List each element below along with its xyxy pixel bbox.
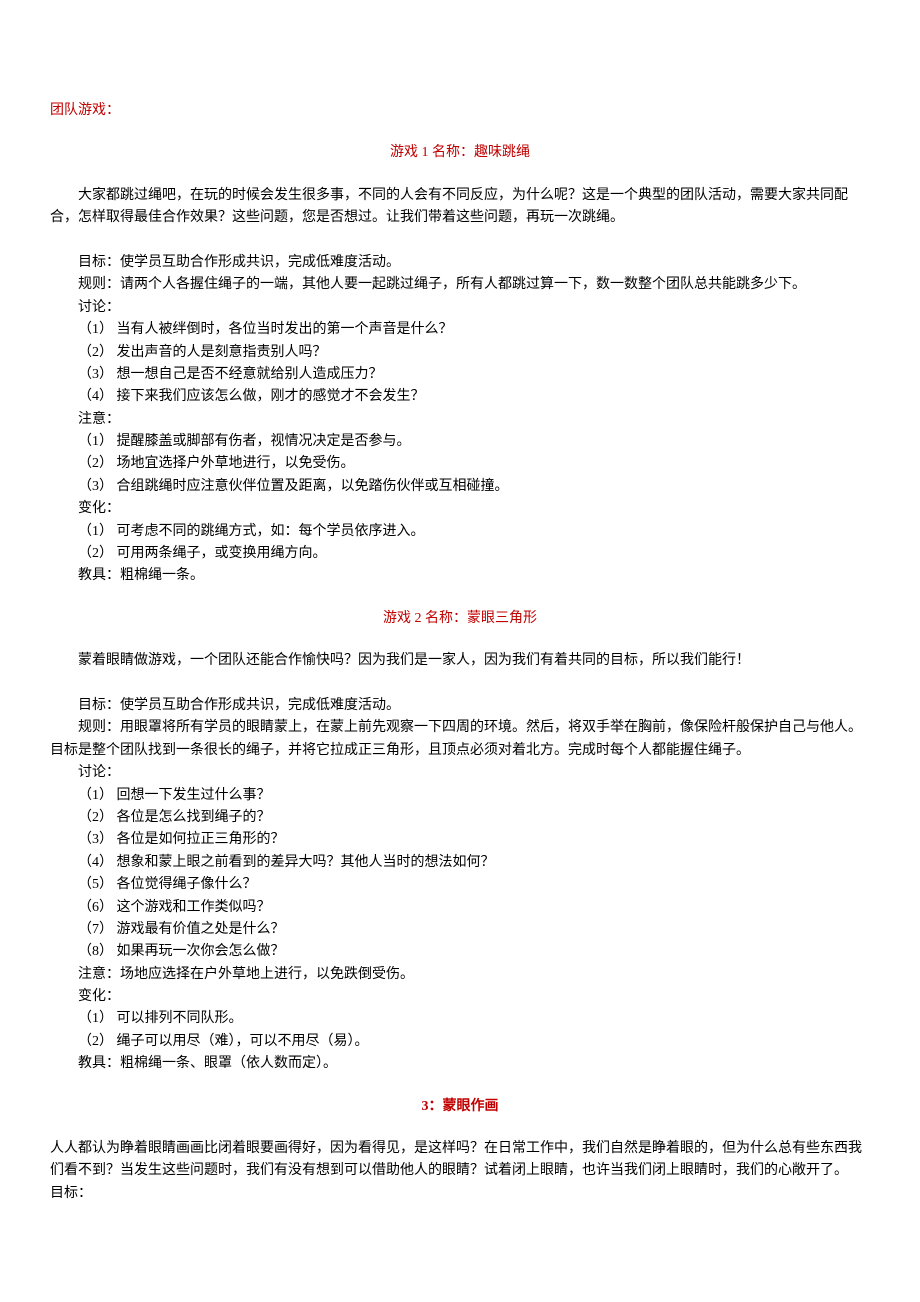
- note-item: （2） 场地宜选择户外草地进行，以免受伤。: [50, 453, 870, 475]
- note-label: 注意：: [50, 409, 870, 431]
- change-label: 变化：: [50, 498, 870, 520]
- discuss-item: （8） 如果再玩一次你会怎么做？: [50, 941, 870, 963]
- game1-title: 游戏 1 名称：趣味跳绳: [50, 142, 870, 164]
- discuss-label: 讨论：: [50, 297, 870, 319]
- note-item: （3） 合组跳绳时应注意伙伴位置及距离，以免踏伤伙伴或互相碰撞。: [50, 476, 870, 498]
- note-item: （1） 提醒膝盖或脚部有伤者，视情况决定是否参与。: [50, 431, 870, 453]
- change-item: （1） 可考虑不同的跳绳方式，如：每个学员依序进入。: [50, 521, 870, 543]
- discuss-item: （7） 游戏最有价值之处是什么？: [50, 919, 870, 941]
- discuss-item: （2） 发出声音的人是刻意指责别人吗？: [50, 342, 870, 364]
- discuss-item: （2） 各位是怎么找到绳子的？: [50, 807, 870, 829]
- tool-text: 粗棉绳一条、眼罩（依人数而定）。: [120, 1056, 337, 1071]
- rule-text: 请两个人各握住绳子的一端，其他人要一起跳过绳子，所有人都跳过算一下，数一数整个团…: [120, 277, 806, 292]
- tool-label: 教具：: [78, 1056, 120, 1071]
- game2-title: 游戏 2 名称：蒙眼三角形: [50, 608, 870, 630]
- discuss-label: 讨论：: [50, 762, 870, 784]
- change-item: （2） 可用两条绳子，或变换用绳方向。: [50, 543, 870, 565]
- game3-intro: 人人都认为睁着眼睛画画比闭着眼要画得好，因为看得见，是这样吗？在日常工作中，我们…: [50, 1138, 870, 1183]
- game3-goal-label: 目标：: [50, 1183, 870, 1205]
- discuss-item: （6） 这个游戏和工作类似吗？: [50, 897, 870, 919]
- goal-text: 使学员互助合作形成共识，完成低难度活动。: [120, 698, 400, 713]
- game2-rule: 规则：用眼罩将所有学员的眼睛蒙上，在蒙上前先观察一下四周的环境。然后，将双手举在…: [50, 717, 870, 762]
- game3-title: 3：蒙眼作画: [50, 1096, 870, 1118]
- goal-text: 使学员互助合作形成共识，完成低难度活动。: [120, 255, 400, 270]
- game1-goal: 目标：使学员互助合作形成共识，完成低难度活动。: [50, 252, 870, 274]
- note-label: 注意：: [78, 967, 120, 982]
- discuss-item: （1） 回想一下发生过什么事？: [50, 785, 870, 807]
- discuss-item: （4） 接下来我们应该怎么做，刚才的感觉才不会发生？: [50, 386, 870, 408]
- change-item: （2） 绳子可以用尽（难），可以不用尽（易）。: [50, 1031, 870, 1053]
- change-item: （1） 可以排列不同队形。: [50, 1008, 870, 1030]
- goal-label: 目标：: [78, 698, 120, 713]
- game1-rule: 规则：请两个人各握住绳子的一端，其他人要一起跳过绳子，所有人都跳过算一下，数一数…: [50, 274, 870, 296]
- game2-tool: 教具：粗棉绳一条、眼罩（依人数而定）。: [50, 1053, 870, 1075]
- change-label: 变化：: [50, 986, 870, 1008]
- discuss-item: （1） 当有人被绊倒时，各位当时发出的第一个声音是什么？: [50, 319, 870, 341]
- discuss-item: （3） 想一想自己是否不经意就给别人造成压力？: [50, 364, 870, 386]
- game1-tool: 教具：粗棉绳一条。: [50, 565, 870, 587]
- rule-label: 规则：: [50, 720, 120, 735]
- goal-label: 目标：: [78, 255, 120, 270]
- tool-text: 粗棉绳一条。: [120, 568, 204, 583]
- discuss-item: （5） 各位觉得绳子像什么？: [50, 874, 870, 896]
- rule-label: 规则：: [50, 277, 120, 292]
- discuss-item: （4） 想象和蒙上眼之前看到的差异大吗？其他人当时的想法如何？: [50, 852, 870, 874]
- note-text: 场地应选择在户外草地上进行，以免跌倒受伤。: [120, 967, 414, 982]
- game1-intro: 大家都跳过绳吧，在玩的时候会发生很多事，不同的人会有不同反应，为什么呢？这是一个…: [50, 185, 870, 230]
- game2-goal: 目标：使学员互助合作形成共识，完成低难度活动。: [50, 695, 870, 717]
- page-header: 团队游戏：: [50, 100, 870, 122]
- tool-label: 教具：: [78, 568, 120, 583]
- rule-text: 用眼罩将所有学员的眼睛蒙上，在蒙上前先观察一下四周的环境。然后，将双手举在胸前，…: [50, 720, 862, 757]
- game2-note: 注意：场地应选择在户外草地上进行，以免跌倒受伤。: [50, 964, 870, 986]
- discuss-item: （3） 各位是如何拉正三角形的？: [50, 829, 870, 851]
- game2-intro: 蒙着眼睛做游戏，一个团队还能合作愉快吗？因为我们是一家人，因为我们有着共同的目标…: [50, 650, 870, 672]
